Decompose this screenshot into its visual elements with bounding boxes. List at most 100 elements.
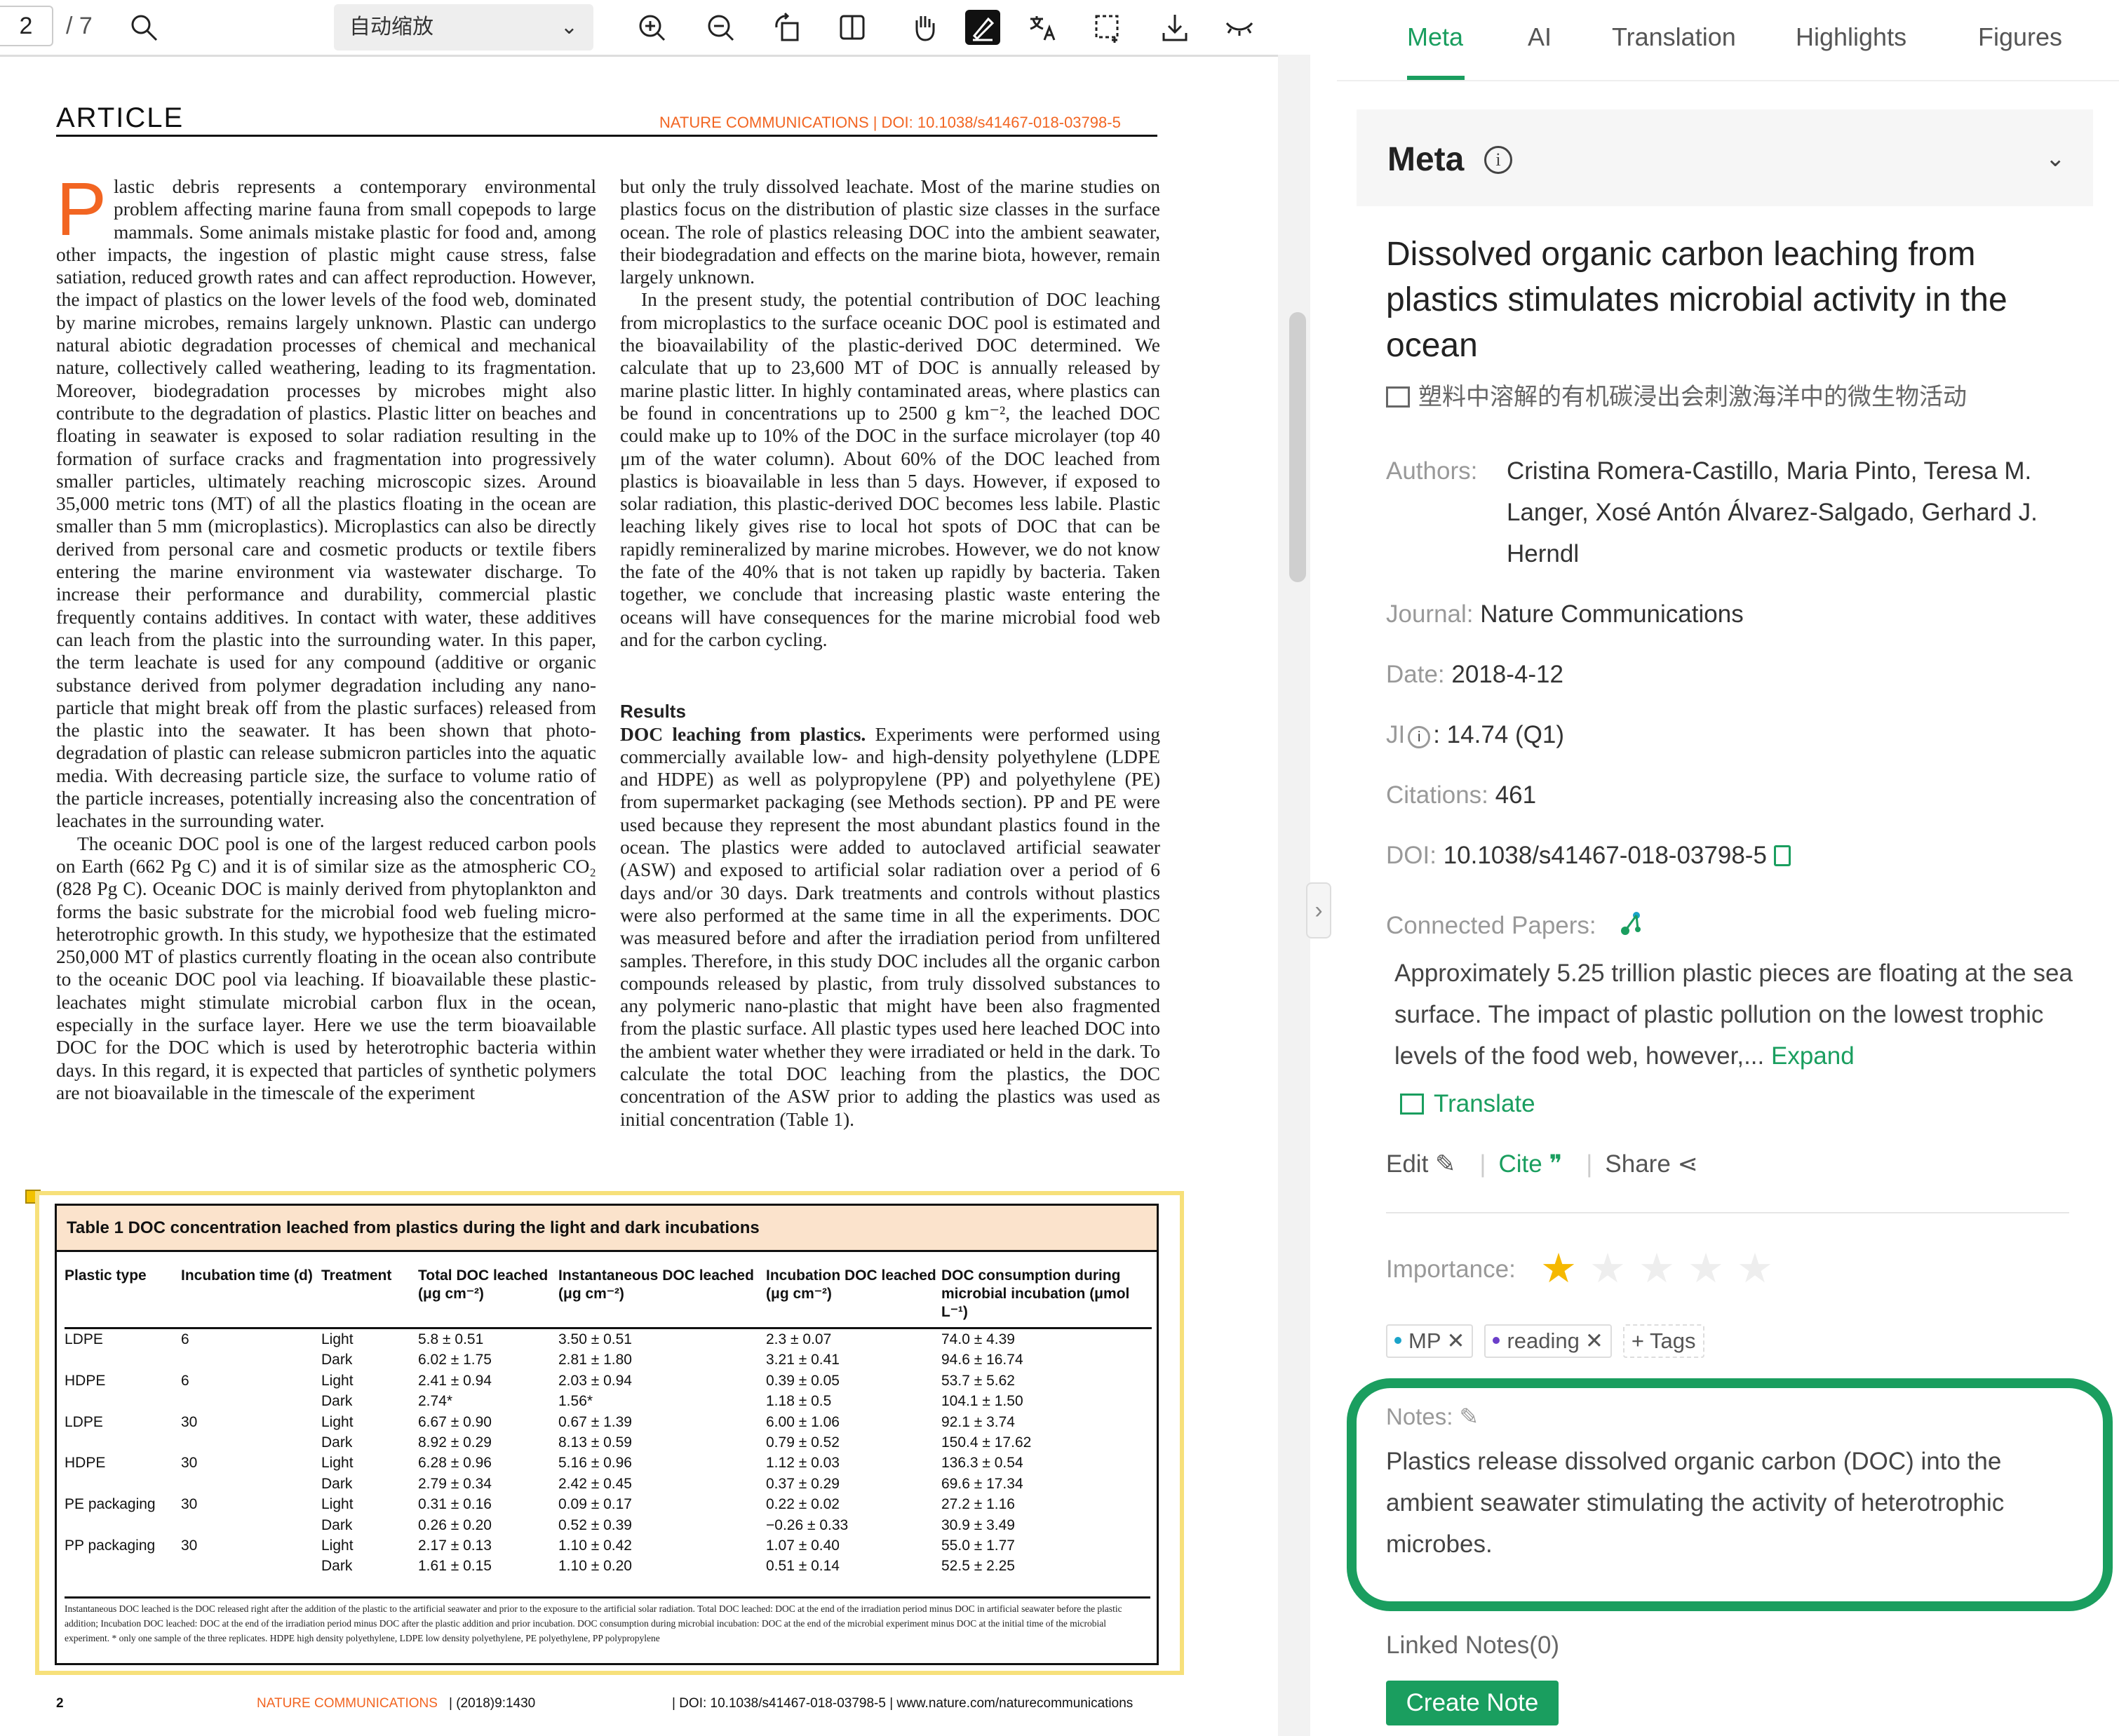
area-select-icon[interactable] [1090, 10, 1125, 45]
table-cell: 2.79 ± 0.34 [418, 1475, 492, 1492]
table-cell: Dark [321, 1558, 353, 1575]
table-cell: 2.41 ± 0.94 [418, 1372, 492, 1389]
translate-button[interactable]: Translate [1400, 1090, 1535, 1118]
tab-figures[interactable]: Figures [1978, 22, 2062, 52]
table-row: LDPE 6 Light 5.8 ± 0.51 3.50 ± 0.51 2.3 ± 0.0… [65, 1328, 1152, 1350]
table-cell: 6.00 ± 1.06 [766, 1413, 840, 1430]
tab-translation[interactable]: Translation [1612, 22, 1736, 52]
table-cell: Dark [321, 1475, 353, 1492]
table-header-cell: Incubation DOC leached (μg cm⁻²) [766, 1267, 941, 1329]
connected-papers-icon[interactable] [1618, 910, 1646, 938]
pdf-toolbar: 2 / 7 自动缩放 ⌄ [0, 0, 1310, 55]
tag-color-dot [1493, 1337, 1500, 1344]
scrollbar-thumb[interactable] [1289, 312, 1306, 582]
table-cell: 6 [181, 1331, 189, 1347]
journal-field: Journal: Nature Communications [1386, 593, 1744, 635]
table-cell: HDPE [65, 1455, 106, 1472]
table-cell: 6.02 ± 1.75 [418, 1352, 492, 1368]
table-cell: Dark [321, 1516, 353, 1533]
table-cell: Light [321, 1537, 354, 1554]
hide-eye-icon[interactable] [1222, 10, 1257, 45]
panel-collapse-handle[interactable]: › [1306, 882, 1331, 938]
page-number-input[interactable]: 2 [0, 6, 53, 46]
footer-year: | (2018)9:1430 [449, 1696, 536, 1711]
edit-button[interactable]: Edit ✎ [1386, 1150, 1455, 1178]
table-cell: LDPE [65, 1331, 103, 1347]
authors-field: Authors: Cristina Romera-Castillo, Maria… [1386, 450, 2087, 567]
table-cell: 6.28 ± 0.96 [418, 1455, 492, 1472]
info-icon[interactable]: i [1408, 726, 1431, 748]
table-cell: 1.07 ± 0.40 [766, 1537, 840, 1554]
tab-highlights[interactable]: Highlights [1796, 22, 1906, 52]
table-header-cell: DOC consumption during microbial incubat… [941, 1267, 1152, 1329]
search-icon[interactable] [126, 10, 161, 45]
copy-icon[interactable] [1773, 845, 1791, 866]
info-icon[interactable]: i [1484, 146, 1512, 174]
translate-icon[interactable] [1025, 10, 1061, 45]
zoom-select[interactable]: 自动缩放 ⌄ [334, 4, 593, 51]
zoom-in-icon[interactable] [634, 10, 669, 45]
edit-pencil-icon[interactable]: ✎ [1460, 1404, 1479, 1429]
tag-chip[interactable]: reading ✕ [1484, 1324, 1612, 1358]
table-cell: 0.39 ± 0.05 [766, 1372, 840, 1389]
plus-icon: + [1631, 1328, 1650, 1353]
page-number: 2 [56, 1696, 64, 1711]
zoom-out-icon[interactable] [703, 10, 738, 45]
table-cell: Light [321, 1413, 354, 1430]
table-cell: 1.56* [558, 1393, 593, 1410]
star-icon[interactable]: ★ [1639, 1249, 1675, 1289]
download-icon[interactable] [1157, 10, 1192, 45]
cite-button[interactable]: Cite ❞ [1498, 1150, 1562, 1178]
table-cell [181, 1391, 321, 1411]
table-cell: Dark [321, 1352, 353, 1368]
table-cell: 0.26 ± 0.20 [418, 1516, 492, 1533]
authors-value[interactable]: Cristina Romera-Castillo, Maria Pinto, T… [1507, 450, 2082, 574]
highlight-pen-icon[interactable] [965, 10, 1000, 45]
table-cell: 53.7 ± 5.62 [941, 1372, 1015, 1389]
importance-rating[interactable]: ★ ★ ★ ★ ★ [1540, 1249, 1786, 1289]
doi-value[interactable]: 10.1038/s41467-018-03798-5 [1444, 842, 1767, 869]
tab-meta[interactable]: Meta [1407, 22, 1463, 52]
table-row: Dark 6.02 ± 1.75 2.81 ± 1.80 3.21 ± 0.41 94.… [65, 1350, 1152, 1370]
star-icon[interactable]: ★ [1589, 1249, 1626, 1289]
chevron-down-icon[interactable]: ⌄ [2045, 144, 2066, 173]
star-icon[interactable]: ★ [1688, 1249, 1724, 1289]
table-cell: 3.21 ± 0.41 [766, 1352, 840, 1368]
hand-tool-icon[interactable] [906, 10, 941, 45]
meta-actions: Edit ✎ | Cite ❞ | Share ⋖ [1386, 1150, 1709, 1178]
notes-text[interactable]: Plastics release dissolved organic carbo… [1386, 1441, 2059, 1565]
footer-journal: NATURE COMMUNICATIONS [257, 1696, 438, 1711]
table-header-cell: Instantaneous DOC leached (μg cm⁻²) [558, 1267, 766, 1329]
zoom-select-value: 自动缩放 [349, 15, 433, 39]
tab-ai[interactable]: AI [1528, 22, 1552, 52]
remove-tag-icon[interactable]: ✕ [1585, 1328, 1603, 1353]
add-tag-button[interactable]: + Tags [1622, 1324, 1704, 1358]
table-cell: Light [321, 1331, 354, 1347]
expand-link[interactable]: Expand [1771, 1042, 1855, 1070]
star-icon[interactable]: ★ [1540, 1249, 1577, 1289]
star-icon[interactable]: ★ [1737, 1249, 1773, 1289]
article-section-label: ARTICLE [56, 102, 184, 133]
meta-section-header[interactable] [1357, 109, 2093, 206]
remove-tag-icon[interactable]: ✕ [1447, 1328, 1465, 1353]
table-cell: Light [321, 1496, 354, 1513]
header-journal-doi: NATURE COMMUNICATIONS | DOI: 10.1038/s41… [659, 114, 1121, 131]
journal-value[interactable]: Nature Communications [1480, 600, 1743, 628]
citations-field: Citations: 461 [1386, 774, 1536, 816]
table-cell: 94.6 ± 16.74 [941, 1352, 1023, 1368]
table-row: PP packaging 30 Light 2.17 ± 0.13 1.10 ± 0.4… [65, 1535, 1152, 1556]
table-cell: 0.37 ± 0.29 [766, 1475, 840, 1492]
table-row: PE packaging 30 Light 0.31 ± 0.16 0.09 ± 0.1… [65, 1494, 1152, 1514]
tag-chip[interactable]: MP ✕ [1386, 1324, 1474, 1358]
share-button[interactable]: Share ⋖ [1605, 1150, 1697, 1178]
translate-icon [1400, 1094, 1424, 1115]
table-cell: 30 [181, 1413, 198, 1430]
create-note-button[interactable]: Create Note [1386, 1681, 1559, 1725]
table-cell: 150.4 ± 17.62 [941, 1434, 1032, 1451]
connected-papers-field: Connected Papers: [1386, 905, 1646, 946]
split-view-icon[interactable] [835, 10, 870, 45]
data-table: Plastic type Incubation time (d) Treatment… [65, 1267, 1152, 1577]
table-cell: 30 [181, 1496, 198, 1513]
rotate-icon[interactable] [770, 10, 805, 45]
table-cell: −0.26 ± 0.33 [766, 1516, 849, 1533]
